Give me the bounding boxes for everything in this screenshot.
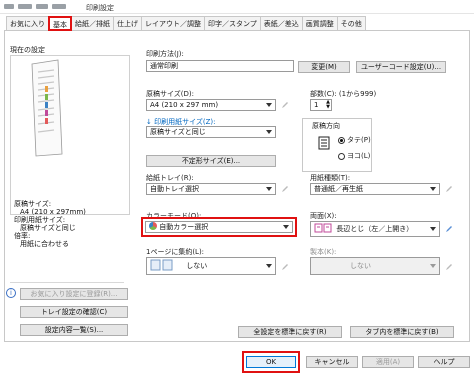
tab-cover[interactable]: 表紙／差込 [259,16,303,30]
paper-size-select[interactable]: 原稿サイズと同じ [146,126,276,138]
original-size-select[interactable]: A4 (210 x 297 mm) [146,99,276,111]
info-icon: i [6,288,16,298]
color-mode-value: 自動カラー選択 [159,223,209,231]
pencil-icon[interactable] [444,224,454,234]
landscape-radio[interactable]: ヨコ(L) [338,151,370,161]
nup-value: しない [186,262,208,270]
nup-select[interactable]: しない [146,257,276,275]
print-method-label: 印刷方法(J): [146,50,184,58]
radio-checked-icon [338,136,345,144]
orientation-label: 原稿方向 [312,122,340,130]
tab-favorites[interactable]: お気に入り [6,16,49,30]
booklet-value: しない [350,262,371,270]
portrait-label: タテ(P) [347,136,371,144]
chevron-down-icon [283,225,289,229]
preview-info: 原稿サイズ: A4 (210 x 297mm) 印刷用紙サイズ: 原稿サイズと同… [14,200,86,248]
spinner-arrows-icon[interactable]: ▲ ▼ [326,100,330,110]
radio-empty-icon [338,152,345,160]
pencil-icon[interactable] [444,262,454,272]
cancel-button[interactable]: キャンセル [306,356,358,368]
paper-type-select[interactable]: 普通紙／再生紙 [310,183,440,195]
window-title: 印刷設定 [86,4,114,12]
copies-stepper[interactable]: 1 ▲ ▼ [310,99,332,111]
preview-box [10,55,130,215]
document-preview-icon [30,58,66,158]
reset-all-button[interactable]: 全設定を標準に戻す(R) [238,326,342,338]
tab-basic[interactable]: 基本 [48,16,72,31]
duplex-select[interactable]: 長辺とじ（左／上開き） [310,221,440,237]
pencil-icon[interactable] [280,262,290,272]
arrow-down-icon: ↓ [146,118,152,126]
portrait-page-icon [318,136,330,150]
original-size-value: A4 (210 x 297 mm) [150,101,219,109]
preview-info-line: 用紙に合わせる [20,240,69,248]
landscape-label: ヨコ(L) [347,152,371,160]
preview-heading: 現在の設定 [10,46,45,54]
chevron-down-icon [430,264,436,268]
paper-size-label-text: 印刷用紙サイズ(Z): [154,118,216,126]
chevron-down-icon [266,130,272,134]
user-code-button[interactable]: ユーザーコード設定(U)... [356,61,446,73]
reset-tab-button[interactable]: タブ内を標準に戻す(B) [350,326,454,338]
nup-label: 1ページに集約(L): [146,248,205,256]
copies-value: 1 [314,101,319,109]
help-button[interactable]: ヘルプ [418,356,470,368]
tab-paper-feed[interactable]: 給紙／排紙 [71,16,114,30]
chevron-down-icon [266,264,272,268]
color-mode-select[interactable]: 自動カラー選択 [145,221,293,233]
pencil-icon[interactable] [280,100,290,110]
ok-button[interactable]: OK [246,356,296,368]
tray-label: 給紙トレイ(R): [146,174,194,182]
original-size-label: 原稿サイズ(D): [146,90,195,98]
paper-type-value: 普通紙／再生紙 [314,185,363,193]
paper-size-value: 原稿サイズと同じ [150,128,206,136]
pencil-icon[interactable] [280,184,290,194]
duplex-pages-icon [314,223,334,233]
tab-stamp[interactable]: 印字／スタンプ [204,16,261,30]
preview-info-line: 印刷用紙サイズ: [14,216,66,224]
paper-type-label: 用紙種類(T): [310,174,351,182]
portrait-radio[interactable]: タテ(P) [338,135,371,145]
print-method-field: 通常印刷 [146,60,294,72]
chevron-down-icon [266,187,272,191]
settings-list-button[interactable]: 設定内容一覧(S)... [20,324,128,336]
duplex-value: 長辺とじ（左／上開き） [336,225,414,233]
chevron-down-icon [430,227,436,231]
chevron-down-icon [430,187,436,191]
copies-label: 部数(C): (1から999) [310,90,377,98]
preview-info-line: 原稿サイズと同じ [20,224,76,232]
tab-layout[interactable]: レイアウト／調整 [141,16,205,30]
tray-value: 自動トレイ選択 [150,185,199,193]
color-palette-icon [149,222,157,230]
preview-info-line: 原稿サイズ: [14,200,52,208]
booklet-select[interactable]: しない [310,257,440,275]
change-button[interactable]: 変更(M) [298,61,350,73]
favorite-register-button[interactable]: お気に入り設定に登録(R)... [20,288,128,300]
tab-bar: お気に入り 基本 給紙／排紙 仕上げ レイアウト／調整 印字／スタンプ 表紙／差… [6,16,366,31]
tray-settings-button[interactable]: トレイ設定の確認(C) [20,306,128,318]
preview-info-line: 倍率: [14,232,31,240]
info-separator [10,282,124,283]
preview-info-line: A4 (210 x 297mm) [20,208,86,216]
tray-select[interactable]: 自動トレイ選択 [146,183,276,195]
pencil-icon[interactable] [444,184,454,194]
booklet-label: 製本(K): [310,248,337,256]
custom-size-button[interactable]: 不定形サイズ(E)... [146,155,276,167]
duplex-label: 両面(X): [310,212,337,220]
tab-other[interactable]: その他 [336,16,366,30]
title-bar-icons [4,4,84,10]
tab-image-quality[interactable]: 画質調整 [301,16,338,30]
tab-finishing[interactable]: 仕上げ [113,16,142,30]
title-bar: 印刷設定 [0,0,474,14]
chevron-down-icon [266,103,272,107]
apply-button[interactable]: 適用(A) [362,356,414,368]
nup-page-icon [150,259,174,271]
